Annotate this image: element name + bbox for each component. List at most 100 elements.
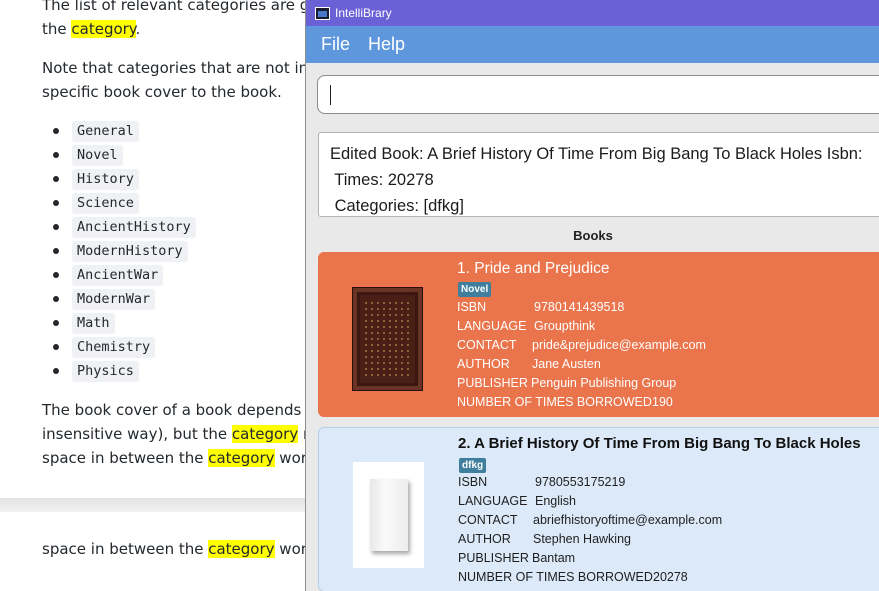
screen: The list of relevant categories are give… xyxy=(0,0,879,591)
search-highlight: category xyxy=(71,20,136,38)
menu-bar: File Help xyxy=(306,26,879,63)
doc-note-line-2: specific book cover to the book. xyxy=(42,83,282,101)
book-cover-image xyxy=(370,479,408,551)
field-contact: CONTACT pride&prejudice@example.com xyxy=(457,336,706,355)
text-caret xyxy=(330,85,331,105)
field-value: English xyxy=(535,494,576,508)
field-value: Stephen Hawking xyxy=(533,532,631,546)
category-list: General Novel History Science AncientHis… xyxy=(53,119,196,383)
bullet-icon xyxy=(53,296,59,302)
category-tag: dfkg xyxy=(459,458,487,473)
menu-file[interactable]: File xyxy=(321,34,350,55)
doc-line-1-text: The list of relevant categories are give xyxy=(42,0,320,14)
bullet-icon xyxy=(53,248,59,254)
doc-text-fragment: the xyxy=(42,20,72,38)
doc-line-2: the category. xyxy=(42,17,140,41)
list-item: ModernHistory xyxy=(53,239,196,263)
category-code: Novel xyxy=(72,144,123,166)
list-item: Novel xyxy=(53,143,196,167)
field-times-borrowed: NUMBER OF TIMES BORROWED 20278 xyxy=(458,568,722,587)
category-tag: Novel xyxy=(458,282,492,297)
list-item: Science xyxy=(53,191,196,215)
list-item: AncientHistory xyxy=(53,215,196,239)
field-author: AUTHOR Stephen Hawking xyxy=(458,530,722,549)
book-card[interactable]: 2. A Brief History Of Time From Big Bang… xyxy=(318,427,879,591)
field-language: LANGUAGE Groupthink xyxy=(457,317,706,336)
list-item: ModernWar xyxy=(53,287,196,311)
field-value: Groupthink xyxy=(534,319,596,333)
book-details: ISBN 9780141439518 LANGUAGE Groupthink CON… xyxy=(457,298,706,412)
field-value: Bantam xyxy=(532,551,576,565)
bullet-icon xyxy=(53,152,59,158)
list-item: Chemistry xyxy=(53,335,196,359)
category-code: AncientWar xyxy=(72,264,164,286)
search-highlight: category xyxy=(208,449,275,467)
field-value: 190 xyxy=(652,395,673,409)
book-cover-image xyxy=(352,287,423,391)
doc-text-fragment: space in between the xyxy=(42,540,209,558)
field-times-borrowed: NUMBER OF TIMES BORROWED 190 xyxy=(457,393,706,412)
field-contact: CONTACT abriefhistoryoftime@example.com xyxy=(458,511,722,530)
doc-line-1: The list of relevant categories are give xyxy=(42,0,320,17)
field-value: abriefhistoryoftime@example.com xyxy=(533,513,723,527)
category-code: Math xyxy=(72,312,115,334)
field-isbn: ISBN 9780553175219 xyxy=(458,473,722,492)
category-code: ModernWar xyxy=(72,288,156,310)
book-card[interactable]: 1. Pride and Prejudice Novel ISBN 9780141… xyxy=(318,252,879,417)
book-title: 2. A Brief History Of Time From Big Bang… xyxy=(458,435,861,452)
bullet-icon xyxy=(53,176,59,182)
list-item: AncientWar xyxy=(53,263,196,287)
field-value: pride&prejudice@example.com xyxy=(532,338,706,352)
field-label: NUMBER OF TIMES BORROWED xyxy=(458,570,653,584)
list-item: Physics xyxy=(53,359,196,383)
field-value: 9780141439518 xyxy=(534,300,625,314)
field-label: LANGUAGE xyxy=(458,494,528,508)
field-label: CONTACT xyxy=(458,513,518,527)
list-item: History xyxy=(53,167,196,191)
list-item: General xyxy=(53,119,196,143)
command-input[interactable] xyxy=(317,75,879,114)
bullet-icon xyxy=(53,320,59,326)
background-document-lower: space in between the category words xyxy=(0,512,310,591)
bullet-icon xyxy=(53,224,59,230)
field-value: 20278 xyxy=(653,570,688,584)
page-divider xyxy=(0,498,310,512)
bullet-icon xyxy=(53,344,59,350)
field-label: PUBLISHER xyxy=(457,376,528,390)
app-window: IntelliBrary File Help Edited Book: A Br… xyxy=(305,0,879,591)
doc-note-line-1: Note that categories that are not in th xyxy=(42,59,320,77)
category-code: Science xyxy=(72,192,139,214)
category-code: General xyxy=(72,120,139,142)
list-item: Math xyxy=(53,311,196,335)
category-code: AncientHistory xyxy=(72,216,196,238)
field-value: 9780553175219 xyxy=(535,475,626,489)
book-list-title: Books xyxy=(573,228,613,243)
field-value: Jane Austen xyxy=(532,357,601,371)
app-logo-icon xyxy=(315,6,330,20)
field-label: NUMBER OF TIMES BORROWED xyxy=(457,395,652,409)
category-code: Physics xyxy=(72,360,139,382)
window-title: IntelliBrary xyxy=(335,6,392,20)
field-label: LANGUAGE xyxy=(457,319,527,333)
doc-para-line-3: space in between the category words xyxy=(42,446,320,470)
field-language: LANGUAGE English xyxy=(458,492,722,511)
background-document: The list of relevant categories are give… xyxy=(0,0,320,498)
category-code: ModernHistory xyxy=(72,240,188,262)
doc-para-line-1: The book cover of a book depends o xyxy=(42,401,316,419)
field-author: AUTHOR Jane Austen xyxy=(457,355,706,374)
field-label: ISBN xyxy=(457,300,487,314)
book-title: 1. Pride and Prejudice xyxy=(457,260,610,277)
doc-text-fragment: insensitive way), but the xyxy=(42,425,232,443)
bullet-icon xyxy=(53,272,59,278)
title-bar[interactable]: IntelliBrary xyxy=(306,0,879,26)
field-label: ISBN xyxy=(458,475,488,489)
doc-text-fragment: . xyxy=(135,20,141,38)
menu-help[interactable]: Help xyxy=(368,34,405,55)
book-details: ISBN 9780553175219 LANGUAGE English CONTAC… xyxy=(458,473,722,587)
search-highlight: category xyxy=(231,425,299,443)
field-isbn: ISBN 9780141439518 xyxy=(457,298,706,317)
doc-para-line-2: insensitive way), but the category nar xyxy=(42,422,320,446)
category-code: Chemistry xyxy=(72,336,156,358)
result-display[interactable]: Edited Book: A Brief History Of Time Fro… xyxy=(318,132,879,217)
bullet-icon xyxy=(53,200,59,206)
